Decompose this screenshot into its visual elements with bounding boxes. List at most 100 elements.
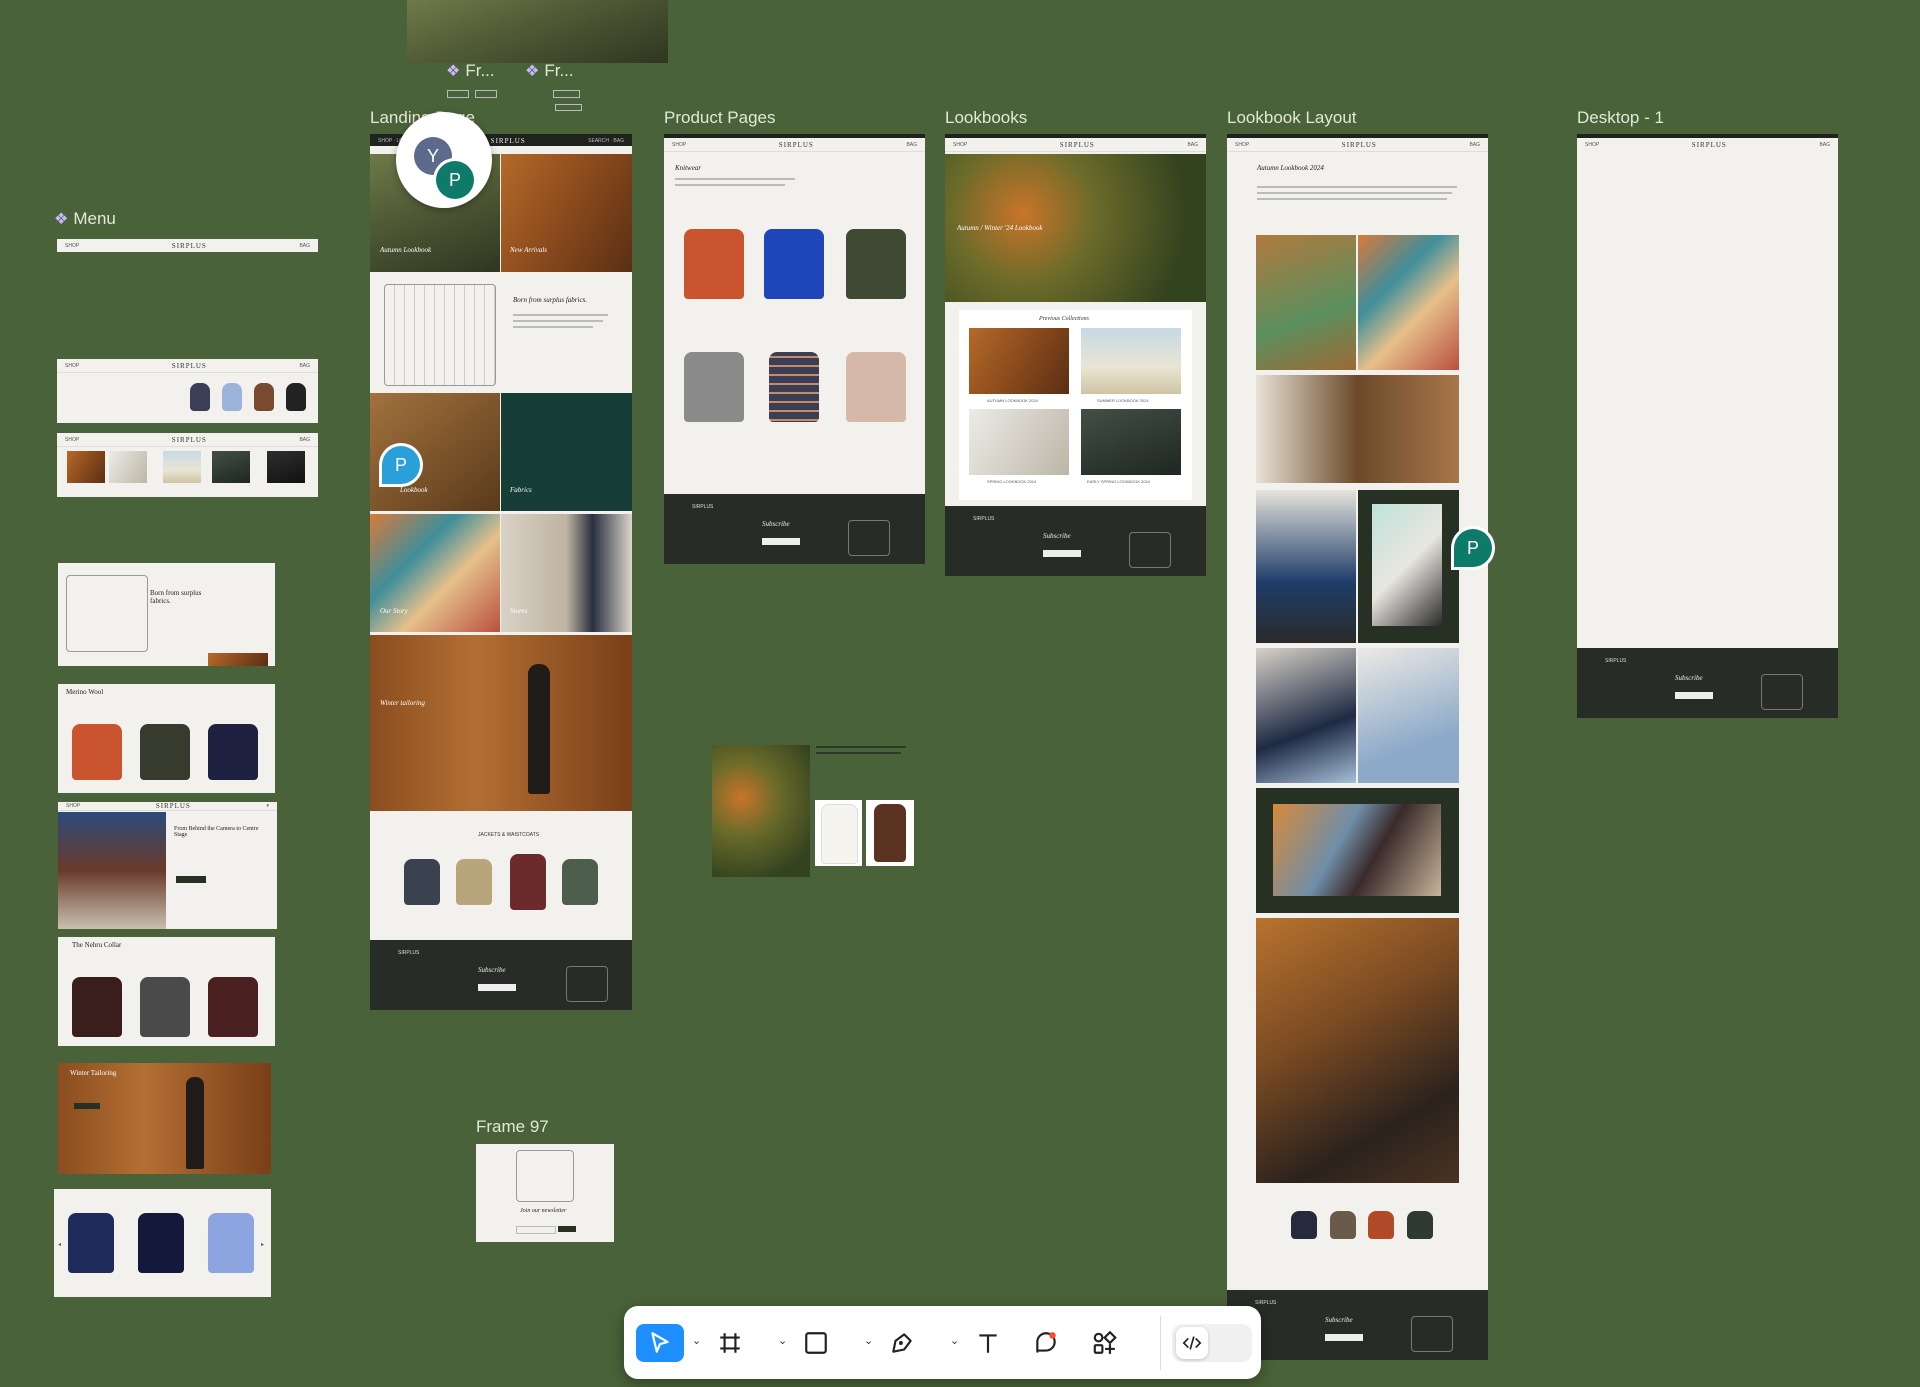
section-born-from-surplus[interactable]: Born from surplus fabrics.	[58, 563, 275, 666]
component-label-a[interactable]: ❖ Fr...	[446, 61, 495, 81]
product-pages-frame[interactable]: SHOP SIRPLUS BAG Knitwear SIRPLUS Subscr…	[664, 134, 925, 564]
shape-tool-button[interactable]	[794, 1324, 838, 1362]
floating-product-1[interactable]	[815, 800, 862, 866]
lookbooks-frame[interactable]: SHOP SIRPLUS BAG Autumn / Winter '24 Loo…	[945, 134, 1206, 576]
newsletter-email-input[interactable]	[516, 1226, 556, 1234]
look-photo-3[interactable]	[1256, 375, 1459, 483]
frame-label-menu[interactable]: ❖ Menu	[54, 209, 116, 229]
product-jacket-1[interactable]	[404, 859, 440, 905]
look-photo-9[interactable]	[1256, 918, 1459, 1183]
collection-card-early-spring[interactable]	[1081, 409, 1181, 475]
carousel-product-2[interactable]	[138, 1213, 184, 1273]
nehru-product-1[interactable]	[72, 977, 122, 1037]
section-merino-wool[interactable]: Merino Wool	[58, 684, 275, 793]
look-photo-7[interactable]	[1358, 648, 1459, 783]
dev-mode-toggle[interactable]	[1172, 1324, 1252, 1362]
frame-label-frame-97[interactable]: Frame 97	[476, 1117, 549, 1137]
section-nehru-collar[interactable]: The Nehru Collar	[58, 937, 275, 1046]
product-jacket-4[interactable]	[562, 859, 598, 905]
frame-label-lookbooks[interactable]: Lookbooks	[945, 108, 1027, 128]
product-look-4[interactable]	[1407, 1211, 1433, 1239]
nehru-product-2[interactable]	[140, 977, 190, 1037]
collection-card-autumn[interactable]	[969, 328, 1069, 394]
merino-product-2[interactable]	[140, 724, 190, 780]
avatar-p-cursor-2[interactable]: P	[1454, 529, 1492, 567]
carousel-next-icon[interactable]: ▸	[261, 1241, 264, 1248]
component-label-b[interactable]: ❖ Fr...	[525, 61, 574, 81]
product-look-1[interactable]	[1291, 1211, 1317, 1239]
text-tool-button[interactable]	[966, 1324, 1010, 1362]
lookbook-layout-frame[interactable]: SHOP SIRPLUS BAG Autumn Lookbook 2024 SI…	[1227, 134, 1488, 1360]
menu-product-4[interactable]	[286, 383, 306, 411]
section-winter-tailoring[interactable]: Winter Tailoring	[58, 1063, 271, 1174]
section-behind-camera[interactable]: SHOP SIRPLUS ▾ From Behind the Camera to…	[58, 802, 277, 929]
cta-button[interactable]	[176, 876, 206, 883]
frame-label-lookbook-layout[interactable]: Lookbook Layout	[1227, 108, 1357, 128]
product-jacket-2[interactable]	[456, 859, 492, 905]
chevron-down-icon[interactable]: ⌄	[864, 1334, 873, 1347]
floating-product-2[interactable]	[866, 800, 914, 866]
product-look-3[interactable]	[1368, 1211, 1394, 1239]
footer-subscribe: Subscribe	[1325, 1316, 1353, 1324]
move-tool-button[interactable]	[636, 1324, 684, 1362]
floating-lookbook-image[interactable]	[712, 745, 810, 877]
menu-variant-1[interactable]: SHOP SIRPLUS BAG	[57, 239, 318, 252]
product-look-2[interactable]	[1330, 1211, 1356, 1239]
menu-thumb-4[interactable]	[212, 451, 250, 483]
desktop-1-frame[interactable]: SHOP SIRPLUS BAG SIRPLUS Subscribe	[1577, 134, 1838, 718]
actions-tool-button[interactable]	[1082, 1324, 1126, 1362]
menu-product-3[interactable]	[254, 383, 274, 411]
footer-email-input[interactable]	[1325, 1334, 1363, 1341]
collection-card-summer[interactable]	[1081, 328, 1181, 394]
component-preview-image[interactable]	[407, 0, 668, 63]
merino-product-1[interactable]	[72, 724, 122, 780]
cta-button[interactable]	[74, 1103, 100, 1109]
chevron-down-icon[interactable]: ⌄	[778, 1334, 787, 1347]
look-photo-6[interactable]	[1256, 648, 1356, 783]
product-vest-stripe[interactable]	[769, 352, 819, 422]
menu-thumb-1[interactable]	[67, 451, 105, 483]
product-sweater-blue[interactable]	[764, 229, 824, 299]
merino-product-3[interactable]	[208, 724, 258, 780]
product-sweater-olive[interactable]	[846, 229, 906, 299]
carousel-product-3[interactable]	[208, 1213, 254, 1273]
store-photo[interactable]	[58, 812, 166, 929]
footer-email-input[interactable]	[762, 538, 800, 545]
footer-email-input[interactable]	[1675, 692, 1713, 699]
collection-card-spring[interactable]	[969, 409, 1069, 475]
menu-thumb-3[interactable]	[163, 451, 201, 483]
frame-97[interactable]: Join our newsletter	[476, 1144, 614, 1242]
product-sweater-grey[interactable]	[684, 352, 744, 422]
menu-thumb-2[interactable]	[109, 451, 147, 483]
hero-image-right[interactable]	[501, 154, 632, 272]
chevron-down-icon[interactable]: ⌄	[692, 1334, 701, 1347]
product-jacket-3[interactable]	[510, 854, 546, 910]
footer-email-input[interactable]	[478, 984, 516, 991]
pen-tool-button[interactable]	[880, 1324, 924, 1362]
tailoring-banner[interactable]	[370, 635, 632, 811]
product-sweater-rust[interactable]	[684, 229, 744, 299]
menu-variant-3[interactable]: SHOP SIRPLUS BAG	[57, 433, 318, 497]
menu-product-2[interactable]	[222, 383, 242, 411]
chevron-down-icon[interactable]: ⌄	[950, 1334, 959, 1347]
avatar-p[interactable]: P	[436, 161, 474, 199]
carousel-prev-icon[interactable]: ◂	[58, 1241, 61, 1248]
look-photo-2[interactable]	[1358, 235, 1459, 370]
landing-page-frame[interactable]: SHOP · LOOKBOOKS SIRPLUS SEARCH · BAG Au…	[370, 134, 632, 1010]
menu-variant-2[interactable]: SHOP SIRPLUS BAG	[57, 359, 318, 423]
frame-label-product-pages[interactable]: Product Pages	[664, 108, 776, 128]
comment-tool-button[interactable]	[1024, 1324, 1068, 1362]
frame-label-desktop-1[interactable]: Desktop - 1	[1577, 108, 1664, 128]
footer-email-input[interactable]	[1043, 550, 1081, 557]
nehru-product-3[interactable]	[208, 977, 258, 1037]
avatar-p-cursor[interactable]: P	[382, 446, 420, 484]
carousel-product-1[interactable]	[68, 1213, 114, 1273]
frame-tool-button[interactable]	[708, 1324, 752, 1362]
newsletter-submit-button[interactable]	[558, 1226, 576, 1232]
product-cardigan-beige[interactable]	[846, 352, 906, 422]
menu-product-1[interactable]	[190, 383, 210, 411]
look-photo-4[interactable]	[1256, 490, 1356, 643]
menu-thumb-5[interactable]	[267, 451, 305, 483]
look-photo-1[interactable]	[1256, 235, 1356, 370]
section-knit-carousel[interactable]: ◂ ▸	[54, 1189, 271, 1297]
